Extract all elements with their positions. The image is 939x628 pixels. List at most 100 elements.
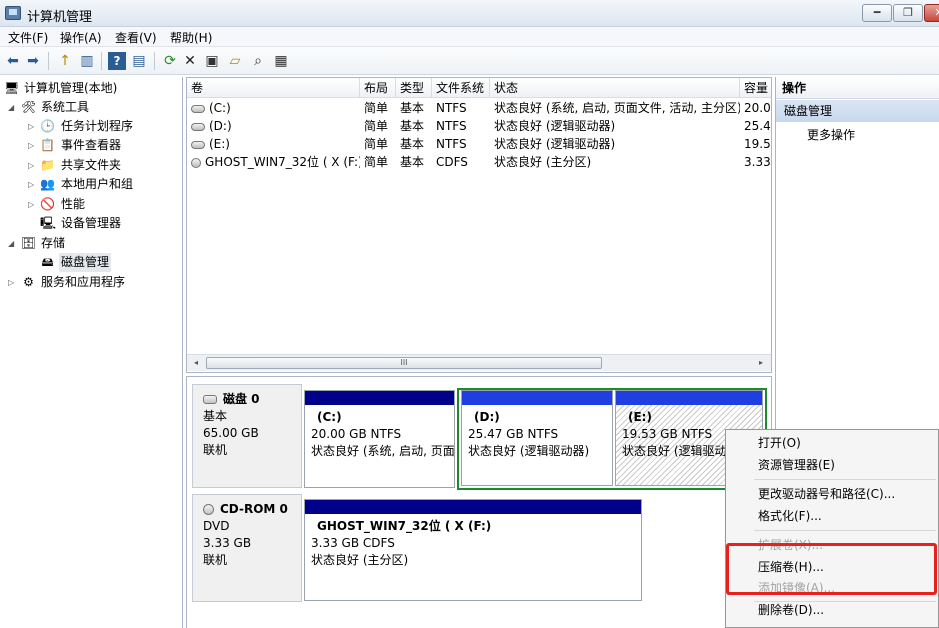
help-icon[interactable]: ? <box>108 52 126 70</box>
device-manager-icon: 🖳 <box>40 216 57 230</box>
column-header-status[interactable]: 状态 <box>490 78 740 98</box>
partition-c[interactable]: (C:) 20.00 GB NTFS 状态良好 (系统, 启动, 页面 <box>304 390 455 488</box>
volume-name: (D:) <box>209 119 232 133</box>
partition-name: (E:) <box>628 410 652 424</box>
close-button[interactable]: ✕ <box>924 4 939 22</box>
partition-bar <box>616 391 762 405</box>
tree-item-label: 磁盘管理 <box>59 253 112 272</box>
menu-item-format[interactable]: 格式化(F)... <box>758 506 822 526</box>
menu-item-explorer[interactable]: 资源管理器(E) <box>758 455 835 475</box>
collapse-arrow-icon[interactable]: ◢ <box>8 98 17 117</box>
expand-arrow-icon[interactable]: ▷ <box>28 136 37 155</box>
menu-separator <box>754 479 936 480</box>
menu-item-open[interactable]: 打开(O) <box>758 433 801 453</box>
menu-bar: 文件(F) 操作(A) 查看(V) 帮助(H) <box>0 27 939 47</box>
menu-file[interactable]: 文件(F) <box>5 29 51 46</box>
column-header-capacity[interactable]: 容量 <box>740 78 771 98</box>
disk-size: 65.00 GB <box>203 426 259 440</box>
menu-action[interactable]: 操作(A) <box>57 29 105 46</box>
more-actions-link[interactable]: 更多操作 <box>807 127 855 144</box>
partition-f[interactable]: GHOST_WIN7_32位 ( X (F:) 3.33 GB CDFS 状态良… <box>304 499 642 601</box>
cd-drive-icon <box>191 157 201 168</box>
table-row[interactable]: (E:) 简单 基本 NTFS 状态良好 (逻辑驱动器) 19.5 <box>187 135 771 153</box>
partition-name: GHOST_WIN7_32位 ( X (F:) <box>317 519 492 533</box>
disk-map: 磁盘 0 基本 65.00 GB 联机 (C:) 20.00 GB NTFS 状… <box>186 376 772 628</box>
back-icon[interactable]: ⬅ <box>4 52 22 70</box>
hard-disk-icon <box>203 395 217 404</box>
scroll-right-icon[interactable]: ▸ <box>753 356 769 370</box>
table-row[interactable]: (D:) 简单 基本 NTFS 状态良好 (逻辑驱动器) 25.4 <box>187 117 771 135</box>
volume-name: (C:) <box>209 101 231 115</box>
disk-status: 联机 <box>203 443 228 457</box>
volume-layout: 简单 <box>364 101 389 115</box>
properties-icon[interactable]: ▣ <box>203 52 221 70</box>
console-tree: 🖥 计算机管理(本地) ◢ 🛠 系统工具 ▷ 🕒 任务计划程序 ▷ 📋 事件查看… <box>0 77 183 628</box>
computer-management-icon <box>5 6 21 20</box>
partition-d[interactable]: (D:) 25.47 GB NTFS 状态良好 (逻辑驱动器) <box>461 390 613 486</box>
menu-item-delete-volume[interactable]: 删除卷(D)... <box>758 600 824 620</box>
volume-status: 状态良好 (系统, 启动, 页面文件, 活动, 主分区) <box>494 101 740 115</box>
volume-type: 基本 <box>400 119 425 133</box>
delete-icon[interactable]: ✕ <box>181 52 199 70</box>
performance-icon: 🚫 <box>40 197 55 211</box>
expand-arrow-icon[interactable]: ▷ <box>28 195 37 214</box>
expand-arrow-icon[interactable]: ▷ <box>8 273 17 292</box>
window-title: 计算机管理 <box>27 10 93 25</box>
disk-type: 基本 <box>203 409 228 423</box>
volume-list: 卷 布局 类型 文件系统 状态 容量 (C:) 简单 基本 NTFS 状态良好 … <box>186 77 772 373</box>
tree-item-label: 本地用户和组 <box>61 177 134 191</box>
volume-status: 状态良好 (逻辑驱动器) <box>494 119 616 133</box>
disk-status: 联机 <box>203 553 228 567</box>
computer-icon: 🖥 <box>4 81 20 95</box>
partition-name: (D:) <box>474 410 500 424</box>
column-header-volume[interactable]: 卷 <box>187 78 360 98</box>
column-header-type[interactable]: 类型 <box>396 78 432 98</box>
actions-header: 操作 <box>776 77 939 99</box>
expand-arrow-icon[interactable]: ▷ <box>28 117 37 136</box>
expand-arrow-icon[interactable]: ▷ <box>28 175 37 194</box>
toolbar-separator <box>48 52 49 70</box>
search-icon[interactable]: ⌕ <box>249 52 267 70</box>
refresh-icon[interactable]: ⟳ <box>161 52 179 70</box>
drive-icon <box>191 104 205 113</box>
collapse-arrow-icon[interactable]: ◢ <box>8 234 17 253</box>
export-icon[interactable]: ▦ <box>272 52 290 70</box>
open-folder-icon[interactable]: ▱ <box>226 52 244 70</box>
actions-section-disk-management[interactable]: 磁盘管理 <box>776 100 939 122</box>
menu-view[interactable]: 查看(V) <box>112 29 160 46</box>
scroll-left-icon[interactable]: ◂ <box>188 356 204 370</box>
cdrom-0-label[interactable]: CD-ROM 0 DVD 3.33 GB 联机 <box>192 494 302 602</box>
column-header-layout[interactable]: 布局 <box>360 78 396 98</box>
table-row[interactable]: (C:) 简单 基本 NTFS 状态良好 (系统, 启动, 页面文件, 活动, … <box>187 99 771 117</box>
column-header-filesystem[interactable]: 文件系统 <box>432 78 490 98</box>
shared-folder-icon: 📁 <box>40 158 55 172</box>
table-row[interactable]: GHOST_WIN7_32位 ( X (F:) 简单 基本 CDFS 状态良好 … <box>187 153 771 171</box>
partition-name: (C:) <box>317 410 342 424</box>
maximize-button[interactable]: ❐ <box>893 4 923 22</box>
users-icon: 👥 <box>40 177 55 191</box>
title-bar: 计算机管理 ━ ❐ ✕ <box>0 0 939 27</box>
services-icon: ⚙ <box>23 275 34 289</box>
tree-item-label: 存储 <box>41 236 66 250</box>
disk-0-label[interactable]: 磁盘 0 基本 65.00 GB 联机 <box>192 384 302 488</box>
partition-bar <box>305 500 641 514</box>
menu-separator <box>754 530 936 531</box>
menu-help[interactable]: 帮助(H) <box>167 29 215 46</box>
menu-item-change-drive-letter[interactable]: 更改驱动器号和路径(C)... <box>758 484 895 504</box>
tree-item-label: 系统工具 <box>41 100 90 114</box>
disk-management-icon: 🖴 <box>41 255 54 269</box>
minimize-button[interactable]: ━ <box>862 4 892 22</box>
volume-type: 基本 <box>400 101 425 115</box>
view-icon[interactable]: ▤ <box>130 52 148 70</box>
scroll-thumb[interactable]: III <box>206 357 602 369</box>
drive-icon <box>191 122 205 131</box>
tree-item-label: 设备管理器 <box>61 216 122 230</box>
horizontal-scrollbar[interactable]: ◂ III ▸ <box>187 354 771 371</box>
up-folder-icon[interactable]: ↑ <box>56 52 74 70</box>
expand-arrow-icon[interactable]: ▷ <box>28 156 37 175</box>
forward-icon[interactable]: ➡ <box>24 52 42 70</box>
event-viewer-icon: 📋 <box>40 138 55 152</box>
volume-filesystem: NTFS <box>436 101 467 115</box>
show-tree-icon[interactable]: ▥ <box>78 52 96 70</box>
disk-type: DVD <box>203 519 230 533</box>
